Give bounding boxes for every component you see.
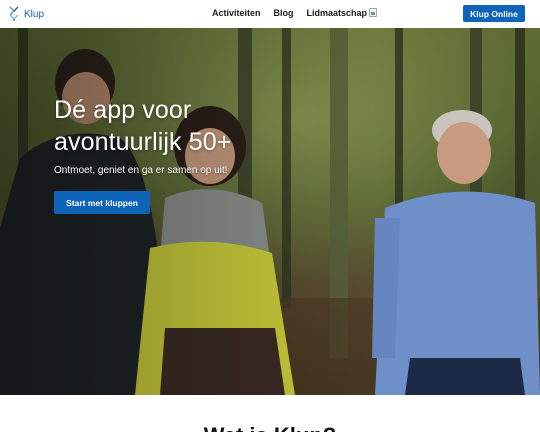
nav-link-lidmaatschap[interactable]: Lidmaatschap <box>307 8 378 18</box>
brand-logo-link[interactable]: Klup <box>8 6 44 22</box>
start-met-kluppen-button[interactable]: Start met kluppen <box>54 191 150 214</box>
main-navigation: Activiteiten Blog Lidmaatschap <box>212 8 378 18</box>
brand-name: Klup <box>24 8 45 20</box>
nav-link-blog[interactable]: Blog <box>274 8 294 18</box>
broken-image-icon <box>369 8 378 17</box>
hero-section: Dé app voor avontuurlijk 50+ Ontmoet, ge… <box>0 28 540 395</box>
section-heading-wat-is-klup: Wat is Klup? <box>0 424 540 432</box>
site-header: Klup Activiteiten Blog Lidmaatschap Klup… <box>0 0 540 28</box>
klup-logo-icon <box>9 6 19 21</box>
nav-link-lidmaatschap-label: Lidmaatschap <box>306 8 368 18</box>
hero-subtitle: Ontmoet, geniet en ga er samen op uit! <box>54 165 228 176</box>
hero-title: Dé app voor avontuurlijk 50+ <box>54 96 232 156</box>
nav-link-activiteiten[interactable]: Activiteiten <box>212 8 261 18</box>
klup-online-button[interactable]: Klup Online <box>463 5 525 22</box>
